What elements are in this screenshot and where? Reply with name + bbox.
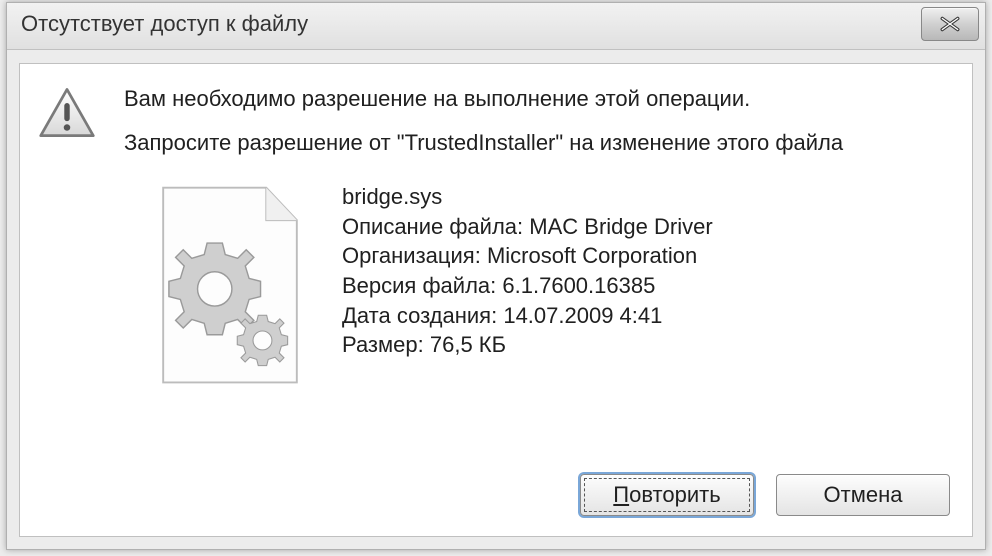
file-created-label: Дата создания: xyxy=(342,303,497,328)
retry-button[interactable]: Повторить xyxy=(580,474,754,516)
content-area: Вам необходимо разрешение на выполнение … xyxy=(20,64,972,464)
file-size-value: 76,5 КБ xyxy=(430,332,506,357)
file-organization-value: Microsoft Corporation xyxy=(487,243,697,268)
message-primary: Вам необходимо разрешение на выполнение … xyxy=(124,86,843,112)
file-description: Описание файла: MAC Bridge Driver xyxy=(342,212,713,242)
file-created: Дата создания: 14.07.2009 4:41 xyxy=(342,301,713,331)
file-created-value: 14.07.2009 4:41 xyxy=(503,303,662,328)
window-title: Отсутствует доступ к файлу xyxy=(21,11,308,37)
file-version-label: Версия файла: xyxy=(342,273,496,298)
file-size: Размер: 76,5 КБ xyxy=(342,330,713,360)
button-row: Повторить Отмена xyxy=(580,474,950,516)
cancel-button[interactable]: Отмена xyxy=(776,474,950,516)
file-version: Версия файла: 6.1.7600.16385 xyxy=(342,271,713,301)
retry-button-label: Повторить xyxy=(613,482,720,508)
file-details: bridge.sys Описание файла: MAC Bridge Dr… xyxy=(342,182,713,398)
cancel-button-label: Отмена xyxy=(824,482,903,508)
message-row: Вам необходимо разрешение на выполнение … xyxy=(38,82,948,174)
close-button[interactable] xyxy=(921,7,979,41)
warning-icon xyxy=(38,86,96,146)
file-description-label: Описание файла: xyxy=(342,214,523,239)
message-secondary: Запросите разрешение от "TrustedInstalle… xyxy=(124,130,843,156)
file-organization: Организация: Microsoft Corporation xyxy=(342,241,713,271)
file-size-label: Размер: xyxy=(342,332,424,357)
file-info-row: bridge.sys Описание файла: MAC Bridge Dr… xyxy=(140,182,948,398)
file-name: bridge.sys xyxy=(342,182,713,212)
file-description-value: MAC Bridge Driver xyxy=(529,214,712,239)
sys-file-icon xyxy=(140,182,320,398)
dialog-window: Отсутствует доступ к файлу xyxy=(6,2,986,550)
titlebar: Отсутствует доступ к файлу xyxy=(7,3,985,50)
client-area: Вам необходимо разрешение на выполнение … xyxy=(19,63,973,537)
messages: Вам необходимо разрешение на выполнение … xyxy=(124,82,843,174)
close-icon xyxy=(939,16,961,32)
file-version-value: 6.1.7600.16385 xyxy=(502,273,655,298)
file-organization-label: Организация: xyxy=(342,243,481,268)
